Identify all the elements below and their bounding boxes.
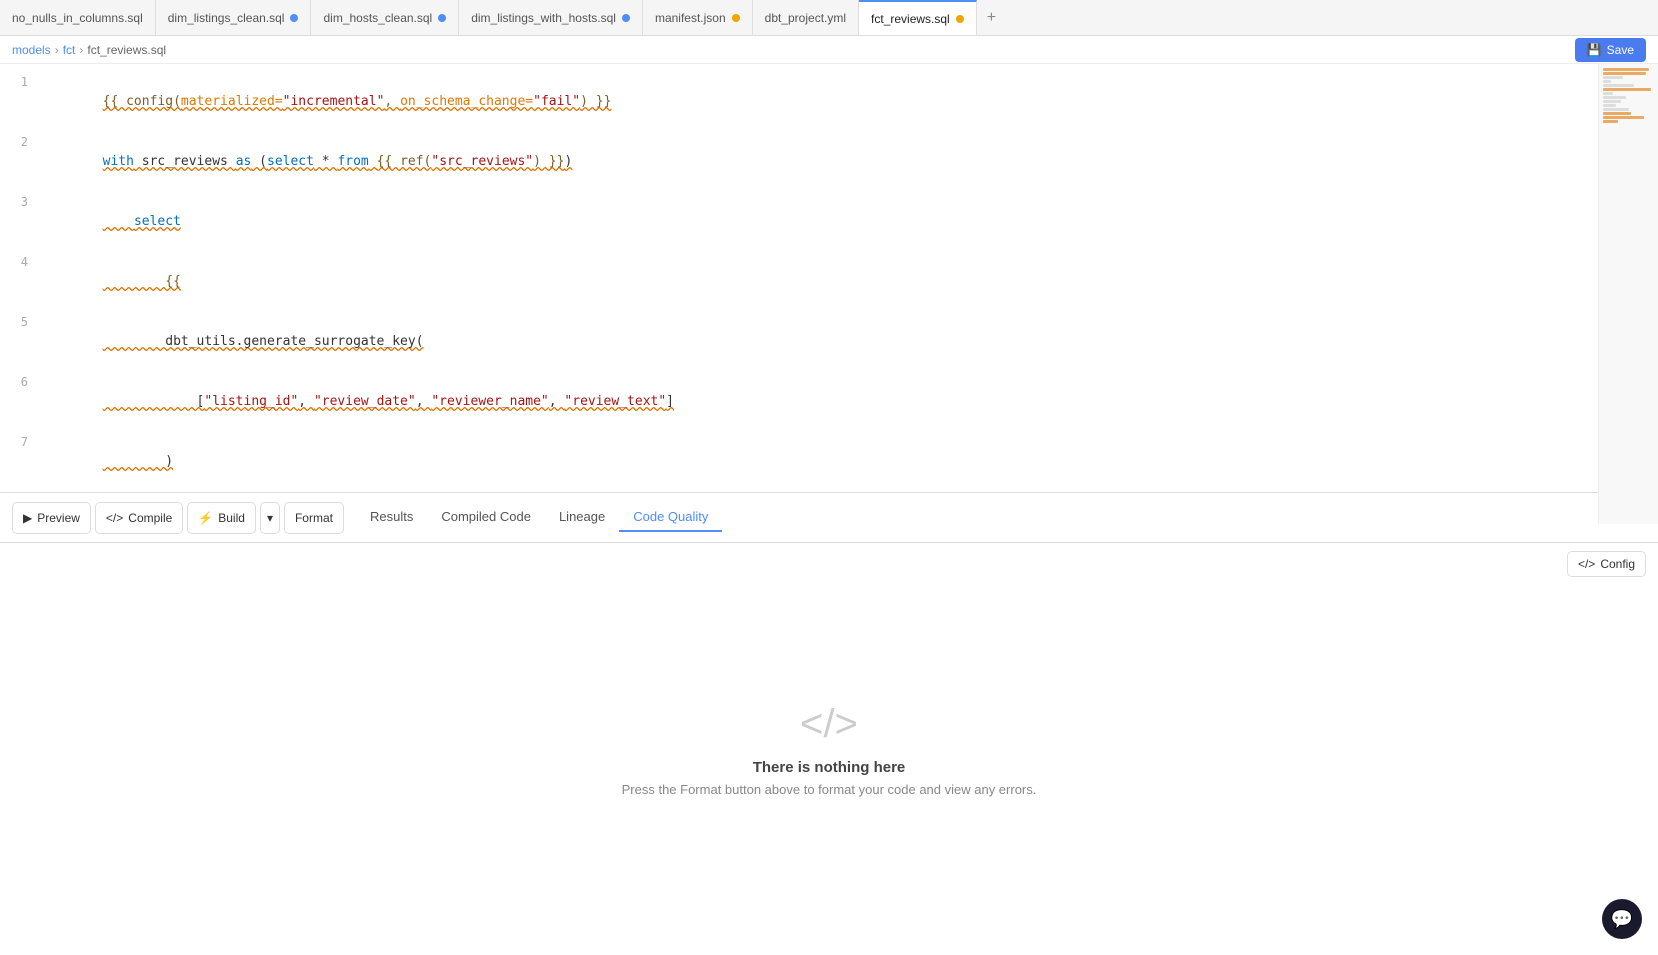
minimap[interactable]: [1598, 64, 1658, 524]
tab-manifest[interactable]: manifest.json: [643, 0, 753, 35]
tab-label: dim_listings_clean.sql: [168, 11, 285, 25]
code-line-1: 1 {{ config(materialized="incremental", …: [0, 72, 1658, 132]
tab-dot: [622, 14, 630, 22]
save-icon: 💾: [1587, 43, 1602, 57]
breadcrumb-models[interactable]: models: [12, 43, 51, 57]
tab-bar: no_nulls_in_columns.sql dim_listings_cle…: [0, 0, 1658, 36]
build-dropdown[interactable]: ▾: [260, 502, 280, 534]
config-icon: </>: [1578, 557, 1595, 571]
save-label: Save: [1607, 43, 1634, 57]
code-editor[interactable]: 1 {{ config(materialized="incremental", …: [0, 64, 1658, 493]
breadcrumb: models › fct › fct_reviews.sql: [12, 36, 166, 64]
tab-dot: [290, 14, 298, 22]
breadcrumb-file: fct_reviews.sql: [87, 43, 166, 57]
build-label: Build: [218, 511, 245, 525]
compile-label: Compile: [128, 511, 172, 525]
build-button[interactable]: ⚡ Build: [187, 502, 256, 534]
preview-button[interactable]: ▶ Preview: [12, 502, 91, 534]
tab-label: no_nulls_in_columns.sql: [12, 11, 143, 25]
compile-icon: </>: [106, 511, 123, 525]
tab-dot: [956, 15, 964, 23]
tab-label: manifest.json: [655, 11, 726, 25]
tab-dim-listings-hosts[interactable]: dim_listings_with_hosts.sql: [459, 0, 643, 35]
tab-dim-listings-clean[interactable]: dim_listings_clean.sql: [156, 0, 312, 35]
tab-nav-results[interactable]: Results: [356, 503, 427, 532]
tab-nav-compiled-code[interactable]: Compiled Code: [427, 503, 545, 532]
breadcrumb-fct[interactable]: fct: [63, 43, 76, 57]
code-line-6: 6 ["listing_id", "review_date", "reviewe…: [0, 372, 1658, 432]
tab-no-nulls[interactable]: no_nulls_in_columns.sql: [0, 0, 156, 35]
tab-fct-reviews[interactable]: fct_reviews.sql: [859, 0, 977, 35]
config-button[interactable]: </> Config: [1567, 551, 1646, 577]
format-button[interactable]: Format: [284, 502, 344, 534]
format-label: Format: [295, 511, 333, 525]
compile-button[interactable]: </> Compile: [95, 502, 183, 534]
code-line-4: 4 {{: [0, 252, 1658, 312]
chat-icon: 💬: [1611, 909, 1633, 930]
code-line-2: 2 with src_reviews as (select * from {{ …: [0, 132, 1658, 192]
empty-title: There is nothing here: [753, 759, 906, 776]
tab-dot: [732, 14, 740, 22]
code-line-5: 5 dbt_utils.generate_surrogate_key(: [0, 312, 1658, 372]
tab-dbt-project[interactable]: dbt_project.yml: [753, 0, 859, 35]
breadcrumb-sep-2: ›: [79, 43, 83, 57]
tab-label: dim_hosts_clean.sql: [323, 11, 432, 25]
tab-label: fct_reviews.sql: [871, 12, 950, 26]
editor-container: 1 {{ config(materialized="incremental", …: [0, 64, 1658, 955]
tab-nav-lineage[interactable]: Lineage: [545, 503, 619, 532]
code-line-3: 3 select: [0, 192, 1658, 252]
empty-subtitle: Press the Format button above to format …: [622, 782, 1037, 797]
tab-nav-code-quality[interactable]: Code Quality: [619, 503, 722, 532]
tab-dot: [438, 14, 446, 22]
build-icon: ⚡: [198, 511, 213, 525]
code-line-7: 7 ): [0, 432, 1658, 492]
preview-icon: ▶: [23, 511, 32, 525]
preview-label: Preview: [37, 511, 80, 525]
tab-label: dim_listings_with_hosts.sql: [471, 11, 616, 25]
empty-icon: </>: [800, 702, 858, 747]
toolbar: ▶ Preview </> Compile ⚡ Build ▾ Format R…: [0, 493, 1658, 543]
empty-state: </> There is nothing here Press the Form…: [0, 543, 1658, 955]
add-tab-button[interactable]: +: [977, 0, 1006, 35]
tab-dim-hosts-clean[interactable]: dim_hosts_clean.sql: [311, 0, 459, 35]
breadcrumb-sep-1: ›: [55, 43, 59, 57]
chat-button[interactable]: 💬: [1602, 899, 1642, 939]
tab-nav: Results Compiled Code Lineage Code Quali…: [356, 503, 722, 532]
tab-label: dbt_project.yml: [765, 11, 846, 25]
save-button[interactable]: 💾 Save: [1575, 38, 1646, 62]
config-label: Config: [1600, 557, 1635, 571]
code-quality-panel: </> Config </> There is nothing here Pre…: [0, 543, 1658, 955]
